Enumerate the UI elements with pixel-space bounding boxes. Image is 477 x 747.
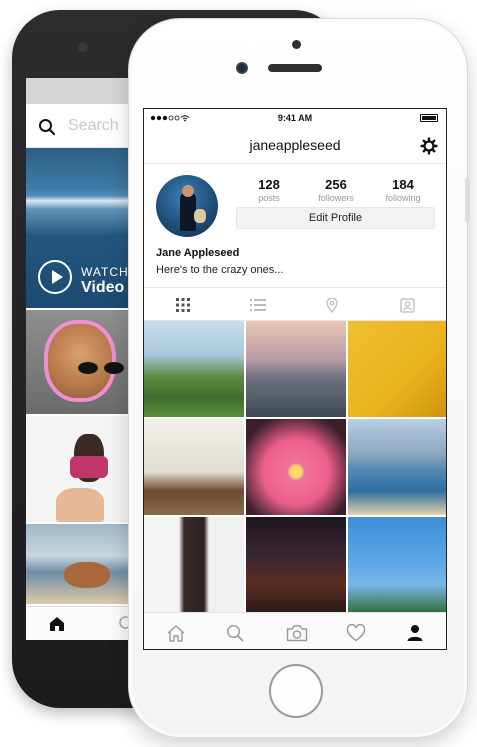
avatar-dog-shape [194, 209, 206, 223]
bottom-tab-bar [144, 612, 446, 649]
home-icon[interactable] [166, 624, 186, 647]
proximity-sensor [292, 40, 301, 49]
play-icon [52, 270, 63, 284]
followers-count: 256 [325, 177, 347, 192]
grid-icon[interactable] [176, 298, 190, 317]
hand-shape [56, 488, 104, 522]
photo-concert[interactable] [246, 517, 346, 613]
watch-label: WATCH [81, 265, 129, 279]
following-stat[interactable]: 184 following [373, 177, 433, 203]
posts-count: 128 [258, 177, 280, 192]
location-pin-icon[interactable] [326, 297, 338, 318]
followers-stat[interactable]: 256 followers [306, 177, 366, 203]
back-camera-dot [78, 42, 88, 52]
edit-profile-button[interactable]: Edit Profile [236, 207, 435, 229]
header-divider [144, 163, 446, 164]
status-bar: 9:41 AM [144, 109, 446, 127]
front-camera [236, 62, 248, 74]
photo-cat-yellow[interactable] [348, 321, 446, 417]
battery-icon [420, 114, 438, 122]
camera-icon[interactable] [286, 624, 308, 647]
avatar-head-shape [182, 185, 194, 197]
profile-bio: Here's to the crazy ones... [156, 264, 284, 276]
heart-icon[interactable] [346, 623, 366, 647]
photo-bridge[interactable] [246, 321, 346, 417]
burger-shape [64, 562, 110, 588]
status-time: 9:41 AM [277, 113, 313, 123]
photo-pink-flower[interactable] [246, 419, 346, 515]
followers-label: followers [318, 193, 354, 203]
side-button [465, 178, 470, 222]
following-count: 184 [392, 177, 414, 192]
video-title: Video [81, 279, 125, 296]
photo-grid [144, 321, 446, 613]
photo-portrait[interactable] [144, 517, 244, 613]
photo-park[interactable] [144, 321, 244, 417]
home-button[interactable] [269, 664, 323, 718]
profile-screen: 9:41 AM janeappleseed 128 posts 256 foll… [143, 108, 447, 650]
avatar[interactable] [156, 175, 218, 237]
list-icon[interactable] [250, 298, 266, 317]
earpiece-speaker [268, 64, 322, 72]
search-icon[interactable] [226, 624, 244, 647]
tagged-icon[interactable] [400, 298, 415, 318]
profile-full-name: Jane Appleseed [156, 247, 240, 259]
following-label: following [385, 193, 421, 203]
profile-icon[interactable] [406, 624, 424, 647]
search-icon [38, 118, 56, 141]
photo-swings[interactable] [348, 517, 446, 613]
photo-dining-room[interactable] [144, 419, 244, 515]
gear-icon[interactable] [420, 137, 438, 160]
cat-sticker-image [44, 320, 124, 402]
posts-stat[interactable]: 128 posts [239, 177, 299, 203]
photo-mountain-lake[interactable] [348, 419, 446, 515]
profile-username: janeappleseed [249, 137, 341, 153]
profile-view-tabs [144, 287, 446, 321]
posts-label: posts [258, 193, 280, 203]
dog-dress-shape [70, 456, 108, 478]
sunglasses-shape [78, 362, 124, 374]
home-icon[interactable] [48, 615, 66, 638]
